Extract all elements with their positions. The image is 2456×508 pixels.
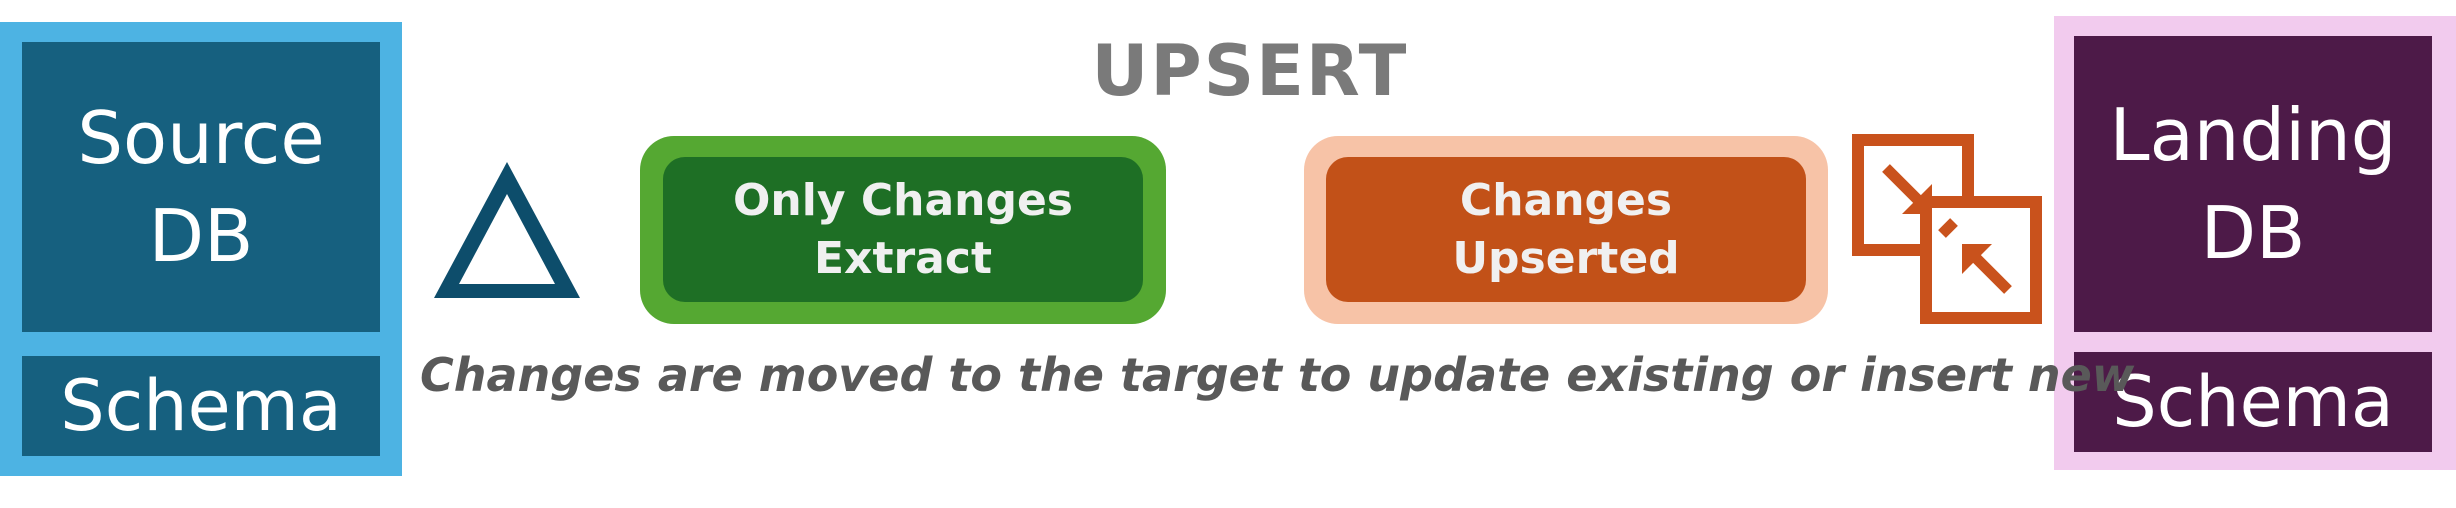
source-db-box: Source DB [22, 42, 380, 332]
caption: Changes are moved to the target to updat… [420, 348, 2135, 402]
source-schema-box: Schema [22, 356, 380, 456]
upsert-box: Changes Upserted [1326, 157, 1806, 302]
delta-icon [434, 162, 580, 298]
source-schema-label: Schema [60, 365, 342, 447]
source-db-label: Source DB [77, 96, 325, 278]
landing-db-box: Landing DB [2074, 36, 2432, 332]
upsert-label: Changes Upserted [1452, 174, 1680, 284]
landing-db-label: Landing DB [2109, 93, 2397, 275]
extract-box: Only Changes Extract [663, 157, 1143, 302]
landing-schema-label: Schema [2112, 361, 2394, 443]
extract-label: Only Changes Extract [733, 174, 1073, 284]
merge-arrows-icon [1852, 134, 2042, 324]
diagram-title: UPSERT [1091, 30, 1409, 112]
